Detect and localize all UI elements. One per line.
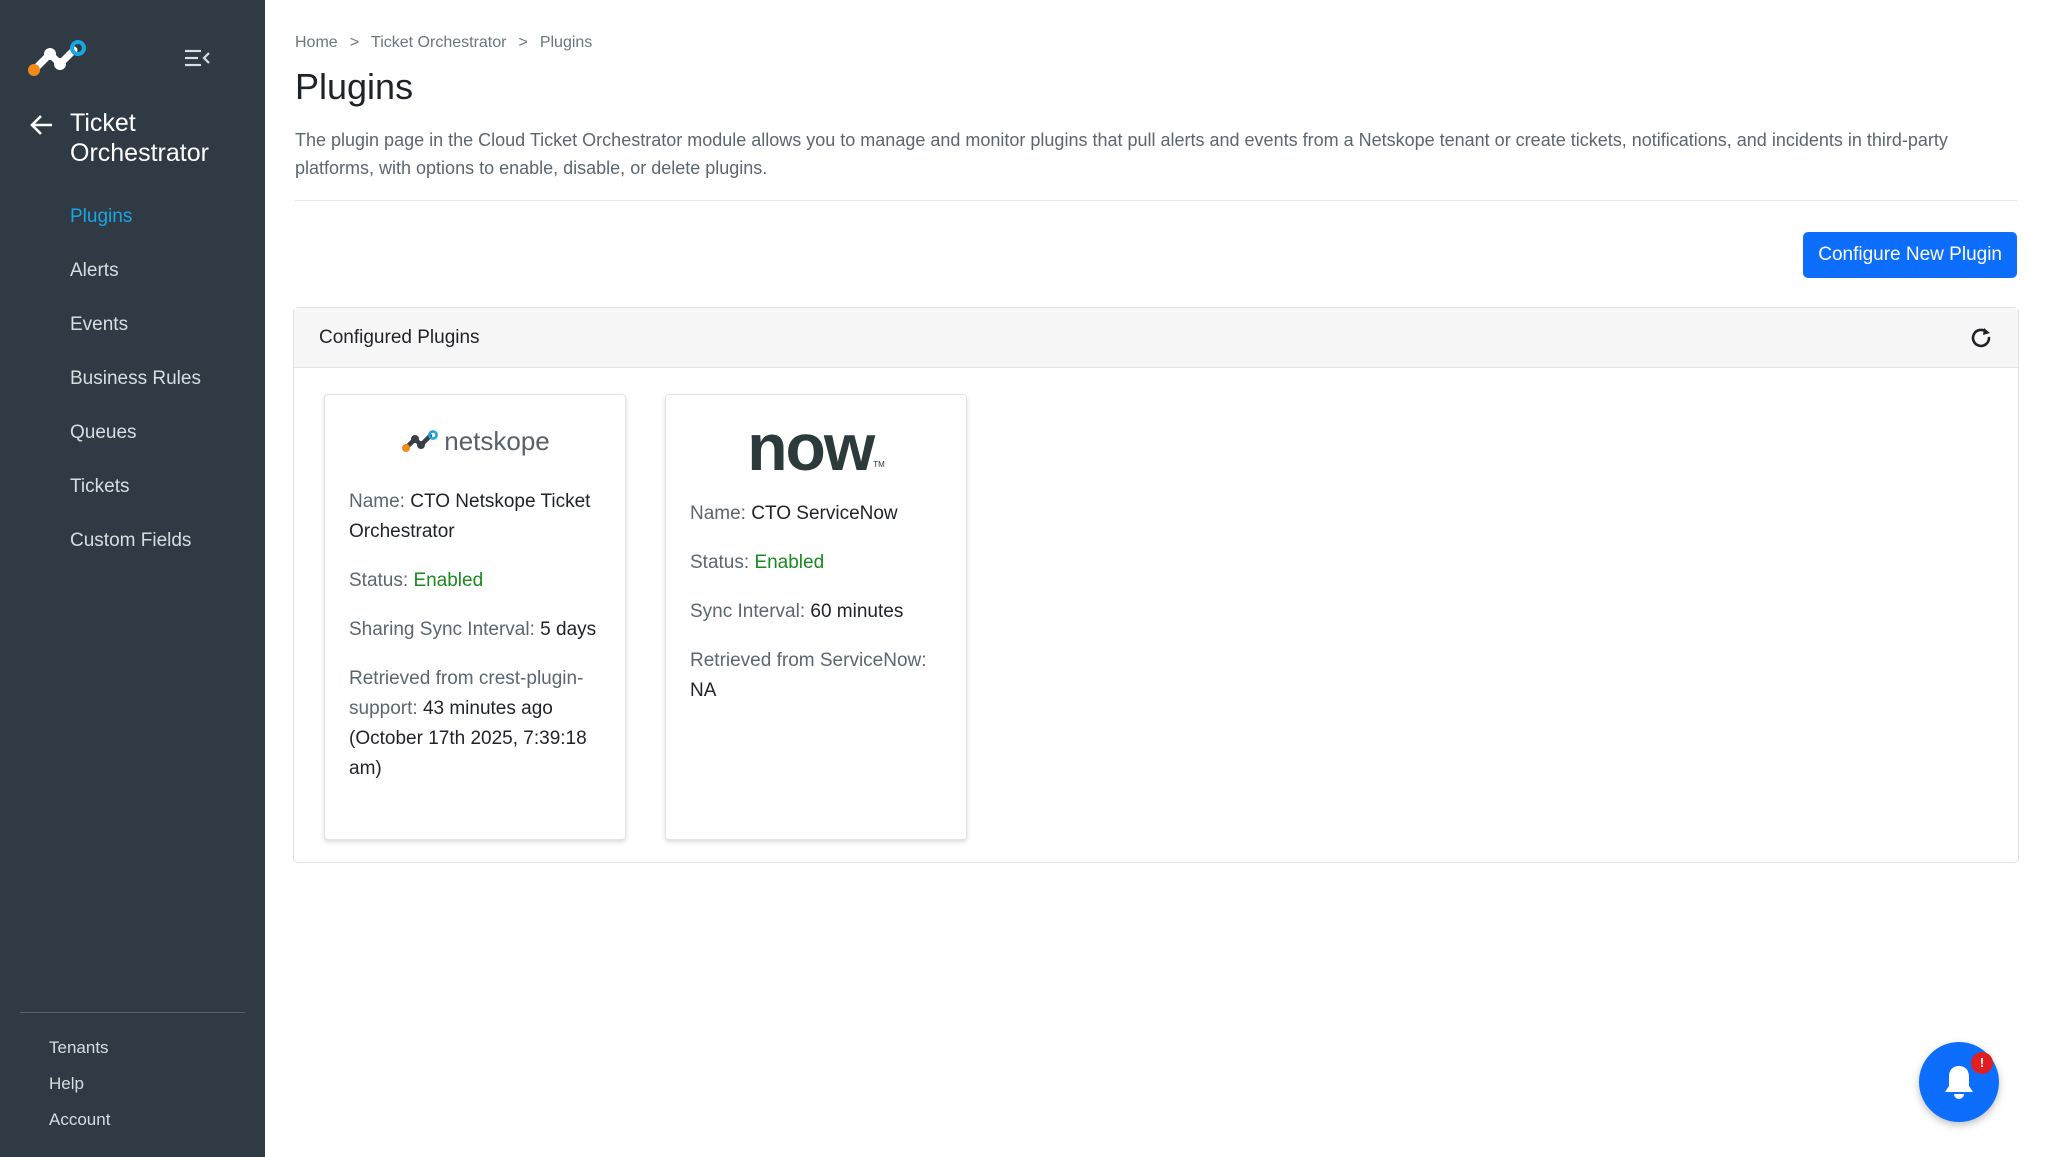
interval-value: 60 minutes [810, 601, 904, 622]
sidebar-item-events[interactable]: Events [0, 298, 265, 352]
back-arrow-icon[interactable] [28, 111, 56, 139]
name-label: Name: [349, 491, 405, 512]
name-label: Name: [690, 503, 746, 524]
sidebar-item-business-rules[interactable]: Business Rules [0, 352, 265, 406]
page-description: The plugin page in the Cloud Ticket Orch… [295, 130, 1948, 178]
plugin-retrieved: Retrieved from crest-plugin-support: 43 … [349, 664, 601, 784]
sidebar-item-plugins[interactable]: Plugins [0, 190, 265, 244]
netskope-logo: netskope [349, 395, 601, 487]
status-value: Enabled [413, 570, 484, 591]
netskope-logo-icon[interactable] [26, 40, 88, 76]
interval-value: 5 days [540, 619, 597, 640]
plugin-status: Status: Enabled [690, 548, 942, 578]
header-divider [295, 200, 2017, 201]
sidebar-divider [20, 1012, 245, 1013]
retrieved-label: Retrieved from ServiceNow: [690, 650, 927, 671]
plugin-retrieved: Retrieved from ServiceNow: NA [690, 646, 942, 706]
page-title: Plugins [295, 66, 414, 107]
breadcrumb-separator: > [349, 34, 360, 51]
panel-header: Configured Plugins [294, 308, 2018, 368]
netskope-mark-icon [402, 430, 439, 452]
plugin-name: Name: CTO Netskope Ticket Orchestrator [349, 487, 601, 547]
configured-plugins-panel: Configured Plugins netskope Name: CTO Ne… [293, 307, 2019, 863]
notification-badge: ! [1971, 1052, 1993, 1074]
status-label: Status: [349, 570, 409, 591]
servicenow-logo-text: now [747, 410, 875, 484]
plugin-status: Status: Enabled [349, 566, 601, 596]
plugin-sync-interval: Sharing Sync Interval: 5 days [349, 615, 601, 645]
interval-label: Sharing Sync Interval: [349, 619, 535, 640]
retrieved-value: NA [690, 680, 717, 701]
servicenow-trademark: TM [873, 460, 885, 469]
notifications-button[interactable]: ! [1919, 1042, 1999, 1122]
collapse-menu-icon[interactable] [184, 47, 210, 69]
sidebar-item-tenants[interactable]: Tenants [0, 1030, 110, 1066]
sidebar: Ticket Orchestrator Plugins Alerts Event… [0, 0, 265, 1157]
interval-label: Sync Interval: [690, 601, 806, 622]
status-label: Status: [690, 552, 750, 573]
sidebar-item-custom-fields[interactable]: Custom Fields [0, 514, 265, 568]
module-header: Ticket Orchestrator [28, 108, 258, 168]
breadcrumb-current: Plugins [539, 34, 593, 51]
status-value: Enabled [754, 552, 825, 573]
netskope-logo-text: netskope [444, 425, 550, 456]
breadcrumb-separator: > [518, 34, 528, 51]
panel-title: Configured Plugins [319, 326, 480, 348]
sidebar-nav: Plugins Alerts Events Business Rules Que… [0, 190, 265, 568]
servicenow-logo: now TM [690, 395, 942, 499]
breadcrumb-home[interactable]: Home [295, 34, 338, 52]
sidebar-bottom-nav: Tenants Help Account [0, 1030, 110, 1138]
name-value: CTO ServiceNow [751, 503, 898, 524]
breadcrumb: Home > Ticket Orchestrator > Plugins [295, 34, 592, 52]
sidebar-item-help[interactable]: Help [0, 1066, 110, 1102]
sidebar-item-queues[interactable]: Queues [0, 406, 265, 460]
plugin-card-servicenow[interactable]: now TM Name: CTO ServiceNow Status: Enab… [665, 394, 967, 840]
configure-new-plugin-button[interactable]: Configure New Plugin [1803, 232, 2017, 278]
plugin-name: Name: CTO ServiceNow [690, 499, 942, 529]
sidebar-item-account[interactable]: Account [0, 1102, 110, 1138]
module-title: Ticket Orchestrator [70, 109, 209, 167]
plugin-sync-interval: Sync Interval: 60 minutes [690, 597, 942, 627]
refresh-icon[interactable] [1968, 325, 1994, 351]
sidebar-item-alerts[interactable]: Alerts [0, 244, 265, 298]
sidebar-item-tickets[interactable]: Tickets [0, 460, 265, 514]
breadcrumb-ticket-orchestrator[interactable]: Ticket Orchestrator [371, 34, 506, 52]
plugin-card-netskope[interactable]: netskope Name: CTO Netskope Ticket Orche… [324, 394, 626, 840]
